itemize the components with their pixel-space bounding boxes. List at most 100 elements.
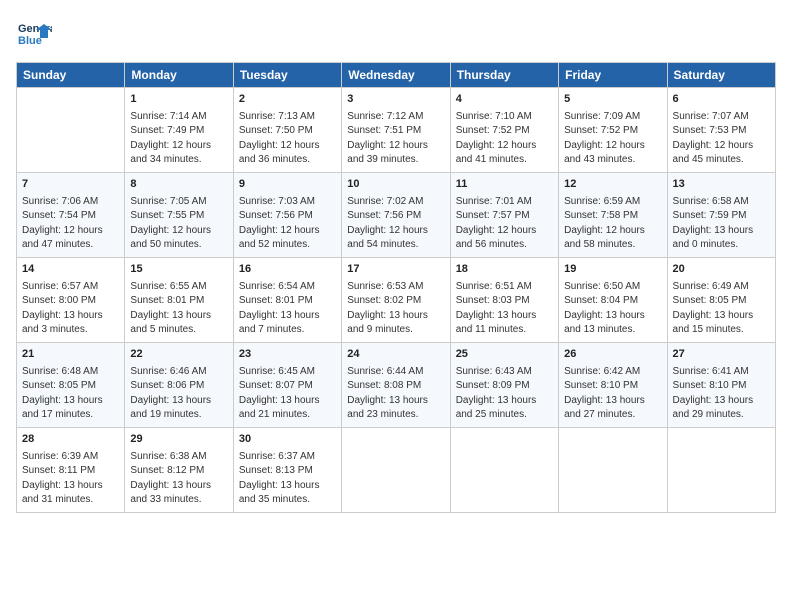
calendar-cell: 9 Sunrise: 7:03 AMSunset: 7:56 PMDaylight…: [233, 172, 341, 257]
header-day-monday: Monday: [125, 63, 233, 88]
day-number: 29: [130, 432, 227, 448]
calendar-cell: 26Sunrise: 6:42 AMSunset: 8:10 PMDayligh…: [559, 342, 667, 427]
calendar-cell: [667, 427, 775, 512]
logo-icon: General Blue: [16, 16, 52, 52]
calendar-cell: 25 Sunrise: 6:43 AMSunset: 8:09 PMDayligh…: [450, 342, 558, 427]
day-info: Sunrise: 6:38 AMSunset: 8:12 PMDaylight:…: [130, 450, 227, 508]
day-info: Sunrise: 7:03 AMSunset: 7:56 PMDaylight:…: [239, 195, 336, 253]
day-info: Sunrise: 6:42 AMSunset: 8:10 PMDaylight:…: [564, 365, 661, 423]
day-number: 9: [239, 177, 336, 193]
logo: General Blue: [16, 16, 56, 52]
day-info: Sunrise: 7:01 AMSunset: 7:57 PMDaylight:…: [456, 195, 553, 253]
header-day-friday: Friday: [559, 63, 667, 88]
day-number: 16: [239, 262, 336, 278]
day-info: Sunrise: 6:49 AMSunset: 8:05 PMDaylight:…: [673, 280, 770, 338]
calendar-cell: 3 Sunrise: 7:12 AMSunset: 7:51 PMDaylight…: [342, 88, 450, 173]
header-day-tuesday: Tuesday: [233, 63, 341, 88]
calendar-cell: 27Sunrise: 6:41 AMSunset: 8:10 PMDayligh…: [667, 342, 775, 427]
day-info: Sunrise: 6:51 AMSunset: 8:03 PMDaylight:…: [456, 280, 553, 338]
calendar-cell: 22 Sunrise: 6:46 AMSunset: 8:06 PMDayligh…: [125, 342, 233, 427]
header-day-sunday: Sunday: [17, 63, 125, 88]
day-info: Sunrise: 6:50 AMSunset: 8:04 PMDaylight:…: [564, 280, 661, 338]
day-number: 8: [130, 177, 227, 193]
calendar-table: SundayMondayTuesdayWednesdayThursdayFrid…: [16, 62, 776, 513]
week-row-5: 28 Sunrise: 6:39 AMSunset: 8:11 PMDayligh…: [17, 427, 776, 512]
day-number: 5: [564, 92, 661, 108]
week-row-3: 14 Sunrise: 6:57 AMSunset: 8:00 PMDayligh…: [17, 257, 776, 342]
calendar-cell: 16 Sunrise: 6:54 AMSunset: 8:01 PMDayligh…: [233, 257, 341, 342]
day-number: 13: [673, 177, 770, 193]
day-info: Sunrise: 6:55 AMSunset: 8:01 PMDaylight:…: [130, 280, 227, 338]
day-info: Sunrise: 6:48 AMSunset: 8:05 PMDaylight:…: [22, 365, 119, 423]
day-number: 12: [564, 177, 661, 193]
day-number: 21: [22, 347, 119, 363]
calendar-cell: 11 Sunrise: 7:01 AMSunset: 7:57 PMDayligh…: [450, 172, 558, 257]
calendar-body: 1 Sunrise: 7:14 AMSunset: 7:49 PMDaylight…: [17, 88, 776, 513]
header-day-thursday: Thursday: [450, 63, 558, 88]
day-number: 10: [347, 177, 444, 193]
calendar-cell: 7 Sunrise: 7:06 AMSunset: 7:54 PMDaylight…: [17, 172, 125, 257]
calendar-header: SundayMondayTuesdayWednesdayThursdayFrid…: [17, 63, 776, 88]
calendar-cell: 28 Sunrise: 6:39 AMSunset: 8:11 PMDayligh…: [17, 427, 125, 512]
day-info: Sunrise: 6:59 AMSunset: 7:58 PMDaylight:…: [564, 195, 661, 253]
day-info: Sunrise: 7:13 AMSunset: 7:50 PMDaylight:…: [239, 110, 336, 168]
day-number: 28: [22, 432, 119, 448]
day-number: 11: [456, 177, 553, 193]
calendar-cell: [450, 427, 558, 512]
week-row-2: 7 Sunrise: 7:06 AMSunset: 7:54 PMDaylight…: [17, 172, 776, 257]
calendar-cell: 10 Sunrise: 7:02 AMSunset: 7:56 PMDayligh…: [342, 172, 450, 257]
day-number: 30: [239, 432, 336, 448]
day-number: 20: [673, 262, 770, 278]
day-number: 18: [456, 262, 553, 278]
calendar-cell: 23 Sunrise: 6:45 AMSunset: 8:07 PMDayligh…: [233, 342, 341, 427]
calendar-cell: 2 Sunrise: 7:13 AMSunset: 7:50 PMDaylight…: [233, 88, 341, 173]
day-number: 15: [130, 262, 227, 278]
calendar-cell: [559, 427, 667, 512]
calendar-cell: 24Sunrise: 6:44 AMSunset: 8:08 PMDayligh…: [342, 342, 450, 427]
day-info: Sunrise: 6:43 AMSunset: 8:09 PMDaylight:…: [456, 365, 553, 423]
calendar-cell: 8 Sunrise: 7:05 AMSunset: 7:55 PMDaylight…: [125, 172, 233, 257]
calendar-cell: 30 Sunrise: 6:37 AMSunset: 8:13 PMDayligh…: [233, 427, 341, 512]
day-info: Sunrise: 6:57 AMSunset: 8:00 PMDaylight:…: [22, 280, 119, 338]
day-number: 22: [130, 347, 227, 363]
day-number: 3: [347, 92, 444, 108]
day-info: Sunrise: 6:45 AMSunset: 8:07 PMDaylight:…: [239, 365, 336, 423]
page-header: General Blue: [16, 16, 776, 52]
calendar-cell: 4 Sunrise: 7:10 AMSunset: 7:52 PMDaylight…: [450, 88, 558, 173]
calendar-cell: 15 Sunrise: 6:55 AMSunset: 8:01 PMDayligh…: [125, 257, 233, 342]
header-day-saturday: Saturday: [667, 63, 775, 88]
day-info: Sunrise: 7:09 AMSunset: 7:52 PMDaylight:…: [564, 110, 661, 168]
day-number: 7: [22, 177, 119, 193]
day-info: Sunrise: 6:58 AMSunset: 7:59 PMDaylight:…: [673, 195, 770, 253]
day-number: 19: [564, 262, 661, 278]
day-info: Sunrise: 7:06 AMSunset: 7:54 PMDaylight:…: [22, 195, 119, 253]
day-info: Sunrise: 6:54 AMSunset: 8:01 PMDaylight:…: [239, 280, 336, 338]
day-info: Sunrise: 7:10 AMSunset: 7:52 PMDaylight:…: [456, 110, 553, 168]
calendar-cell: 6Sunrise: 7:07 AMSunset: 7:53 PMDaylight…: [667, 88, 775, 173]
day-info: Sunrise: 7:02 AMSunset: 7:56 PMDaylight:…: [347, 195, 444, 253]
day-number: 17: [347, 262, 444, 278]
day-number: 1: [130, 92, 227, 108]
calendar-cell: [342, 427, 450, 512]
day-info: Sunrise: 7:14 AMSunset: 7:49 PMDaylight:…: [130, 110, 227, 168]
day-info: Sunrise: 7:05 AMSunset: 7:55 PMDaylight:…: [130, 195, 227, 253]
day-number: 23: [239, 347, 336, 363]
day-info: Sunrise: 6:44 AMSunset: 8:08 PMDaylight:…: [347, 365, 444, 423]
header-row: SundayMondayTuesdayWednesdayThursdayFrid…: [17, 63, 776, 88]
day-info: Sunrise: 6:46 AMSunset: 8:06 PMDaylight:…: [130, 365, 227, 423]
day-number: 25: [456, 347, 553, 363]
week-row-4: 21 Sunrise: 6:48 AMSunset: 8:05 PMDayligh…: [17, 342, 776, 427]
day-number: 4: [456, 92, 553, 108]
calendar-cell: 5 Sunrise: 7:09 AMSunset: 7:52 PMDaylight…: [559, 88, 667, 173]
day-info: Sunrise: 6:39 AMSunset: 8:11 PMDaylight:…: [22, 450, 119, 508]
calendar-cell: 20 Sunrise: 6:49 AMSunset: 8:05 PMDayligh…: [667, 257, 775, 342]
day-info: Sunrise: 6:41 AMSunset: 8:10 PMDaylight:…: [673, 365, 770, 423]
day-number: 2: [239, 92, 336, 108]
calendar-cell: [17, 88, 125, 173]
day-number: 14: [22, 262, 119, 278]
week-row-1: 1 Sunrise: 7:14 AMSunset: 7:49 PMDaylight…: [17, 88, 776, 173]
header-day-wednesday: Wednesday: [342, 63, 450, 88]
calendar-cell: 19 Sunrise: 6:50 AMSunset: 8:04 PMDayligh…: [559, 257, 667, 342]
day-info: Sunrise: 7:12 AMSunset: 7:51 PMDaylight:…: [347, 110, 444, 168]
day-info: Sunrise: 6:37 AMSunset: 8:13 PMDaylight:…: [239, 450, 336, 508]
